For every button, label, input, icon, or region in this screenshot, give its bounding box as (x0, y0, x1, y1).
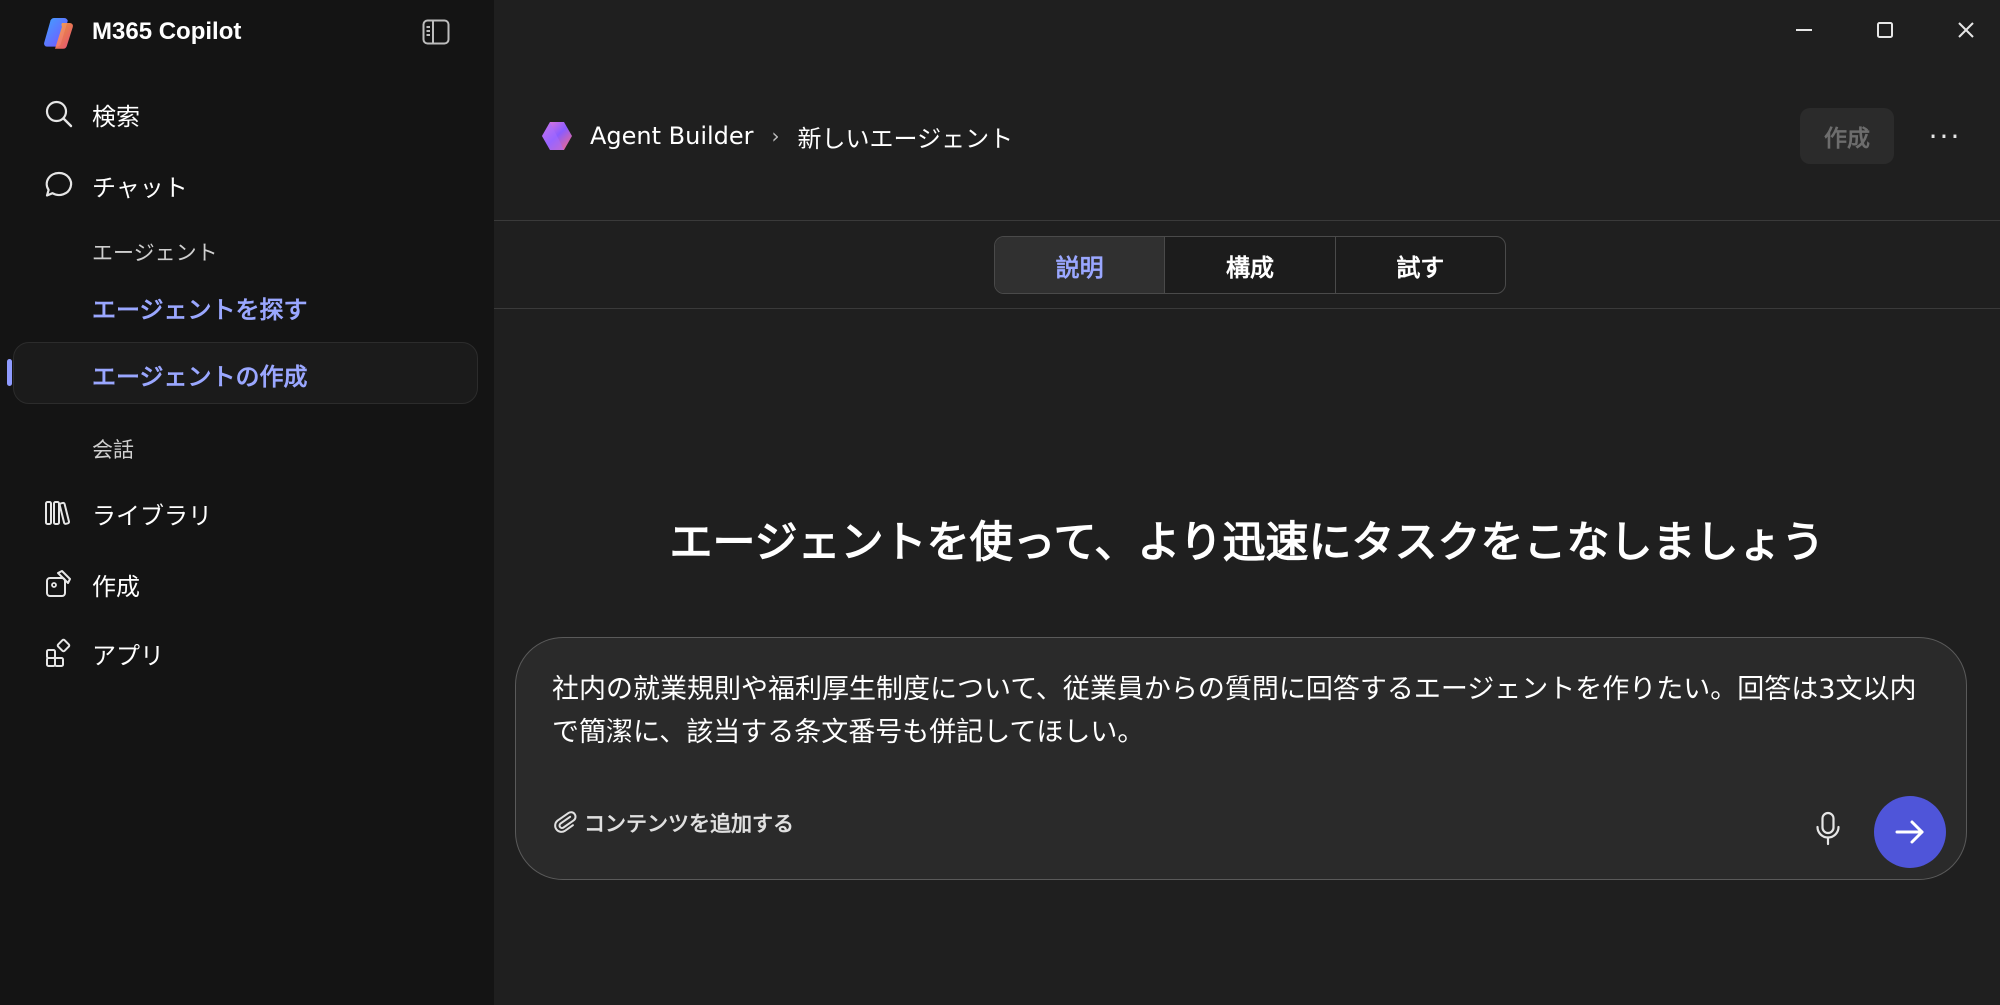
app-header: M365 Copilot (42, 12, 462, 52)
sidebar-item-label: 検索 (92, 102, 140, 131)
paperclip-icon (552, 809, 580, 837)
minimize-icon (1796, 29, 1812, 31)
breadcrumb-product[interactable]: Agent Builder (590, 122, 754, 150)
agents-section-label: エージェント (92, 241, 218, 265)
close-icon (1958, 22, 1974, 38)
active-indicator (7, 359, 12, 386)
breadcrumb: Agent Builder › 新しいエージェント (540, 116, 1013, 156)
hero-title: エージェントを使って、より迅速にタスクをこなしましょう (669, 518, 1825, 568)
copilot-logo-icon (44, 17, 73, 49)
sidebar-item-create-agent[interactable]: エージェントの作成 (92, 357, 308, 392)
add-content-label: コンテンツを追加する (584, 812, 794, 836)
create-icon (42, 567, 76, 601)
sidebar-item-label: ライブラリ (92, 501, 212, 530)
maximize-icon (1877, 22, 1893, 38)
tab-try[interactable]: 試す (1336, 237, 1505, 293)
tabs-divider (494, 308, 2000, 309)
sidebar-item-search[interactable]: 検索 (42, 92, 462, 136)
conversations-section-label: 会話 (92, 438, 134, 462)
sidebar-item-apps[interactable]: アプリ (42, 631, 462, 675)
tab-configure[interactable]: 構成 (1165, 237, 1336, 293)
sidebar-item-chat[interactable]: チャット (42, 163, 462, 207)
minimize-button[interactable] (1774, 8, 1834, 52)
sidebar-item-create[interactable]: 作成 (42, 562, 462, 606)
add-content-button[interactable]: コンテンツを追加する (552, 806, 794, 840)
more-icon: ··· (1928, 119, 1962, 153)
apps-icon (42, 636, 76, 670)
breadcrumb-current-page: 新しいエージェント (797, 124, 1014, 153)
sidebar-item-label: チャット (92, 173, 188, 202)
microphone-icon (1816, 811, 1840, 846)
prompt-box[interactable]: 社内の就業規則や福利厚生制度について、従業員からの質問に回答するエージェントを作… (515, 637, 1967, 880)
sidebar-toggle-button[interactable] (416, 12, 456, 52)
sidebar-item-label: アプリ (92, 641, 164, 670)
sidebar-item-label: 作成 (92, 572, 140, 601)
app-title: M365 Copilot (92, 18, 242, 45)
create-button[interactable]: 作成 (1800, 108, 1894, 164)
tab-describe[interactable]: 説明 (995, 237, 1166, 293)
mode-tabs: 説明 構成 試す (994, 236, 1506, 294)
send-button[interactable] (1874, 796, 1946, 868)
sidebar-item-library[interactable]: ライブラリ (42, 491, 462, 535)
sidebar-item-find-agents[interactable]: エージェントを探す (92, 290, 308, 325)
arrow-right-icon (1895, 820, 1924, 844)
maximize-button[interactable] (1855, 8, 1915, 52)
library-icon (42, 496, 76, 530)
search-icon (42, 97, 76, 131)
more-options-button[interactable]: ··· (1920, 112, 1970, 160)
microphone-button[interactable] (1806, 807, 1850, 851)
sidebar: M365 Copilot 検索 チャット エージェント エージェントを探す エー… (0, 0, 494, 1005)
sidebar-panel-icon (422, 19, 450, 45)
prompt-input[interactable]: 社内の就業規則や福利厚生制度について、従業員からの質問に回答するエージェントを作… (552, 668, 1942, 754)
header-divider (494, 220, 2000, 221)
agent-builder-logo-icon (542, 122, 572, 150)
chevron-right-icon: › (771, 124, 780, 148)
chat-icon (42, 168, 76, 202)
close-button[interactable] (1936, 8, 1996, 52)
